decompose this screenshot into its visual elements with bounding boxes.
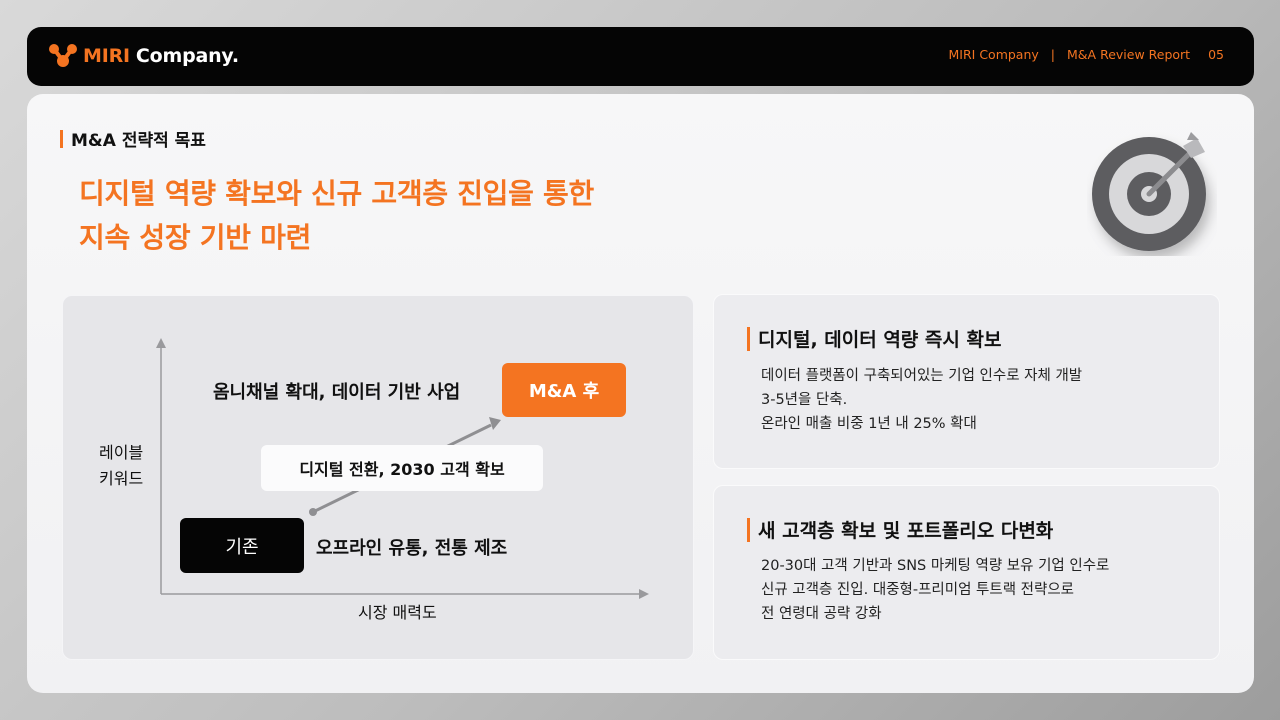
card-title: 디지털, 데이터 역량 즉시 확보 <box>747 325 1001 352</box>
report-title: M&A Review Report <box>1067 47 1191 62</box>
brand-name-rest: Company. <box>135 45 239 67</box>
page-headline: 디지털 역량 확보와 신규 고객층 진입을 통한 지속 성장 기반 마련 <box>79 172 594 260</box>
x-axis-label: 시장 매력도 <box>358 603 437 622</box>
content-panel: M&A 전략적 목표 디지털 역량 확보와 신규 고객층 진입을 통한 지속 성… <box>27 94 1254 693</box>
goal-card-digital: 디지털, 데이터 역량 즉시 확보 데이터 플랫폼이 구축되어있는 기업 인수로… <box>713 294 1220 469</box>
card-title-text: 디지털, 데이터 역량 즉시 확보 <box>758 329 1002 351</box>
before-badge: 기존 <box>180 518 304 573</box>
goal-card-customers: 새 고객층 확보 및 포트폴리오 다변화 20-30대 고객 기반과 SNS 마… <box>713 485 1220 660</box>
brand-logo[interactable]: MIRI Company. <box>47 41 239 71</box>
headline-line-2: 지속 성장 기반 마련 <box>79 221 312 254</box>
card-body-line: 20-30대 고객 기반과 SNS 마케팅 역량 보유 기업 인수로 <box>761 558 1110 574</box>
brand-name-highlight: MIRI <box>83 45 130 67</box>
after-description: 옴니채널 확대, 데이터 기반 사업 <box>213 382 461 403</box>
y-axis-label: 레이블 키워드 <box>99 440 143 492</box>
accent-bar <box>747 326 750 351</box>
section-label-text: M&A 전략적 목표 <box>71 131 206 151</box>
card-body-line: 전 연령대 공략 강화 <box>761 606 882 622</box>
card-body-line: 3-5년을 단축. <box>761 392 848 408</box>
people-group-icon <box>49 44 77 67</box>
transition-label: 디지털 전환, 2030 고객 확보 <box>261 445 543 491</box>
card-body: 20-30대 고객 기반과 SNS 마케팅 역량 보유 기업 인수로 신규 고객… <box>761 554 1109 626</box>
accent-bar <box>747 517 750 542</box>
accent-bar <box>60 129 63 148</box>
y-axis-label-line-1: 레이블 <box>99 443 144 462</box>
headline-line-1: 디지털 역량 확보와 신규 고객층 진입을 통한 <box>79 177 594 210</box>
section-label: M&A 전략적 목표 <box>60 126 206 151</box>
after-badge: M&A 후 <box>502 363 626 417</box>
positioning-diagram: 레이블 키워드 시장 매력도 옴니채널 확대, 데이터 기반 사업 M&A 후 … <box>62 295 694 660</box>
header-nav: MIRI Company | M&A Review Report 05 <box>949 47 1225 62</box>
card-body-line: 데이터 플랫폼이 구축되어있는 기업 인수로 자체 개발 <box>761 368 1083 384</box>
company-name: MIRI Company <box>948 47 1039 62</box>
header-bar: MIRI Company. MIRI Company | M&A Review … <box>27 27 1254 86</box>
card-body-line: 온라인 매출 비중 1년 내 25% 확대 <box>761 416 977 432</box>
before-description: 오프라인 유통, 전통 제조 <box>316 538 508 559</box>
card-title-text: 새 고객층 확보 및 포트폴리오 다변화 <box>758 520 1054 542</box>
card-body: 데이터 플랫폼이 구축되어있는 기업 인수로 자체 개발 3-5년을 단축. 온… <box>761 364 1082 436</box>
card-title: 새 고객층 확보 및 포트폴리오 다변화 <box>747 516 1053 543</box>
y-axis-label-line-2: 키워드 <box>99 469 144 488</box>
nav-separator: | <box>1050 47 1056 62</box>
page-number: 05 <box>1208 47 1224 62</box>
target-dart-icon <box>1092 132 1206 251</box>
card-body-line: 신규 고객층 진입. 대중형-프리미엄 투트랙 전략으로 <box>761 582 1075 598</box>
